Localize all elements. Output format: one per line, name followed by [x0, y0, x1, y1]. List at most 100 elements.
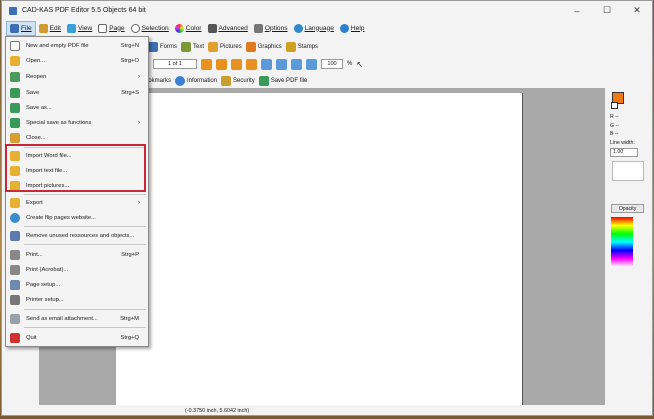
- maximize-button[interactable]: ☐: [592, 1, 622, 20]
- redo-icon[interactable]: [246, 58, 257, 70]
- menu-view[interactable]: View: [64, 21, 95, 36]
- email-icon: [10, 314, 20, 324]
- color-icon: [174, 23, 184, 33]
- text-button[interactable]: Text: [181, 42, 204, 52]
- information-icon: [175, 75, 186, 86]
- menu-new-empty-pdf[interactable]: New and empty PDF file Strg+N: [6, 39, 148, 53]
- fit-width-icon[interactable]: [276, 58, 287, 70]
- line-width-field[interactable]: 1.00: [610, 148, 638, 157]
- window-controls: – ☐ ✕: [562, 1, 652, 20]
- undo-icon[interactable]: [231, 58, 242, 70]
- menu-color[interactable]: Color: [172, 21, 205, 36]
- menu-separator: [24, 309, 146, 310]
- menu-separator: [24, 327, 146, 328]
- globe-icon: [10, 213, 20, 223]
- help-icon: [339, 23, 349, 33]
- menu-remove-unused[interactable]: Remove unused ressources and objects...: [6, 229, 148, 243]
- minimize-button[interactable]: –: [562, 1, 592, 20]
- menu-help[interactable]: Help: [337, 21, 368, 36]
- stroke-color-swatch[interactable]: [611, 102, 618, 109]
- menu-export[interactable]: Export ›: [6, 196, 148, 210]
- selection-icon: [130, 23, 140, 33]
- advanced-icon: [207, 23, 217, 33]
- close-button[interactable]: ✕: [622, 1, 652, 20]
- information-button[interactable]: Information: [175, 75, 217, 86]
- pointer-icon[interactable]: ↖: [356, 60, 363, 69]
- zoom-field[interactable]: 100: [321, 59, 343, 69]
- edit-icon: [38, 23, 48, 33]
- window-title: CAD-KAS PDF Editor 5.5 Objects 64 bit: [22, 7, 146, 14]
- pictures-button[interactable]: Pictures: [208, 42, 242, 52]
- menu-page-setup[interactable]: Page setup...: [6, 278, 148, 292]
- menu-send-email[interactable]: Send as email attachment... Strg+M: [6, 312, 148, 326]
- menu-quit[interactable]: Quit Strg+Q: [6, 331, 148, 345]
- pdf-page[interactable]: [116, 93, 523, 413]
- new-file-icon: [10, 41, 20, 51]
- zoom-out-icon[interactable]: [306, 58, 317, 70]
- menu-separator: [24, 194, 146, 195]
- title-bar: CAD-KAS PDF Editor 5.5 Objects 64 bit – …: [2, 1, 652, 20]
- menu-print-acrobat[interactable]: Print (Acrobat)...: [6, 263, 148, 277]
- app-icon: [9, 6, 17, 15]
- red-value: R --: [610, 114, 619, 120]
- submenu-arrow-icon: ›: [138, 120, 140, 126]
- menu-special-save[interactable]: Special save as functions ›: [6, 116, 148, 130]
- remove-resources-icon: [10, 231, 20, 241]
- open-folder-icon: [10, 56, 20, 66]
- reopen-icon: [10, 72, 20, 82]
- page-number-field[interactable]: 1 of 1: [153, 59, 197, 69]
- last-page-icon[interactable]: [216, 58, 227, 70]
- line-style-grid[interactable]: [612, 161, 644, 181]
- export-icon: [10, 198, 20, 208]
- blue-value: B --: [610, 131, 619, 137]
- printer-icon: [10, 250, 20, 260]
- menu-edit[interactable]: Edit: [36, 21, 64, 36]
- green-value: G --: [610, 123, 619, 129]
- page-setup-icon: [10, 280, 20, 290]
- printer-setup-icon: [10, 295, 20, 305]
- graphics-icon: [245, 42, 256, 52]
- zoom-in-icon[interactable]: [291, 58, 302, 70]
- graphics-button[interactable]: Graphics: [245, 42, 282, 52]
- file-icon: [10, 23, 19, 33]
- app-window: CAD-KAS PDF Editor 5.5 Objects 64 bit – …: [1, 0, 653, 416]
- menu-advanced[interactable]: Advanced: [205, 21, 251, 36]
- menu-separator: [24, 226, 146, 227]
- menu-open[interactable]: Open... Strg+O: [6, 54, 148, 68]
- menu-save[interactable]: Save Strg+S: [6, 86, 148, 100]
- save-pdf-button[interactable]: Save PDF file: [258, 75, 307, 86]
- menu-language[interactable]: Language: [291, 21, 337, 36]
- properties-panel: R -- G -- B -- Line width: 1.00 Opacity: [608, 88, 652, 405]
- security-button[interactable]: Security: [221, 75, 255, 86]
- menu-reopen[interactable]: Reopen ›: [6, 70, 148, 84]
- fit-page-icon[interactable]: [261, 58, 272, 70]
- text-icon: [181, 42, 191, 52]
- forms-icon: [148, 42, 158, 52]
- save-icon: [10, 88, 20, 98]
- cursor-coordinates: (-0.3750 inch, 5.6042 inch): [185, 408, 250, 414]
- color-palette[interactable]: [611, 217, 633, 267]
- menu-selection[interactable]: Selection: [128, 21, 172, 36]
- language-icon: [293, 23, 303, 33]
- menu-page[interactable]: Page: [95, 21, 127, 36]
- menu-file[interactable]: File: [6, 20, 36, 36]
- pictures-icon: [208, 42, 219, 52]
- menu-print[interactable]: Print... Strg+P: [6, 248, 148, 262]
- menu-close[interactable]: Close...: [6, 131, 148, 145]
- menu-options[interactable]: Options: [251, 21, 291, 36]
- opacity-button[interactable]: Opacity: [611, 204, 644, 213]
- stamps-icon: [285, 42, 296, 52]
- special-save-icon: [10, 118, 20, 128]
- menu-flip-pages[interactable]: Create flip pages website...: [6, 211, 148, 225]
- forms-button[interactable]: Forms: [148, 42, 177, 52]
- menu-save-as[interactable]: Save as...: [6, 101, 148, 115]
- page-icon: [98, 23, 108, 33]
- next-page-icon[interactable]: [201, 58, 212, 70]
- zoom-unit: %: [347, 61, 353, 67]
- menu-printer-setup[interactable]: Printer setup...: [6, 293, 148, 307]
- broom-icon: [10, 133, 20, 143]
- stamps-button[interactable]: Stamps: [285, 42, 318, 52]
- save-icon: [258, 75, 269, 86]
- import-highlight-box: [5, 144, 146, 192]
- menu-separator: [24, 244, 146, 245]
